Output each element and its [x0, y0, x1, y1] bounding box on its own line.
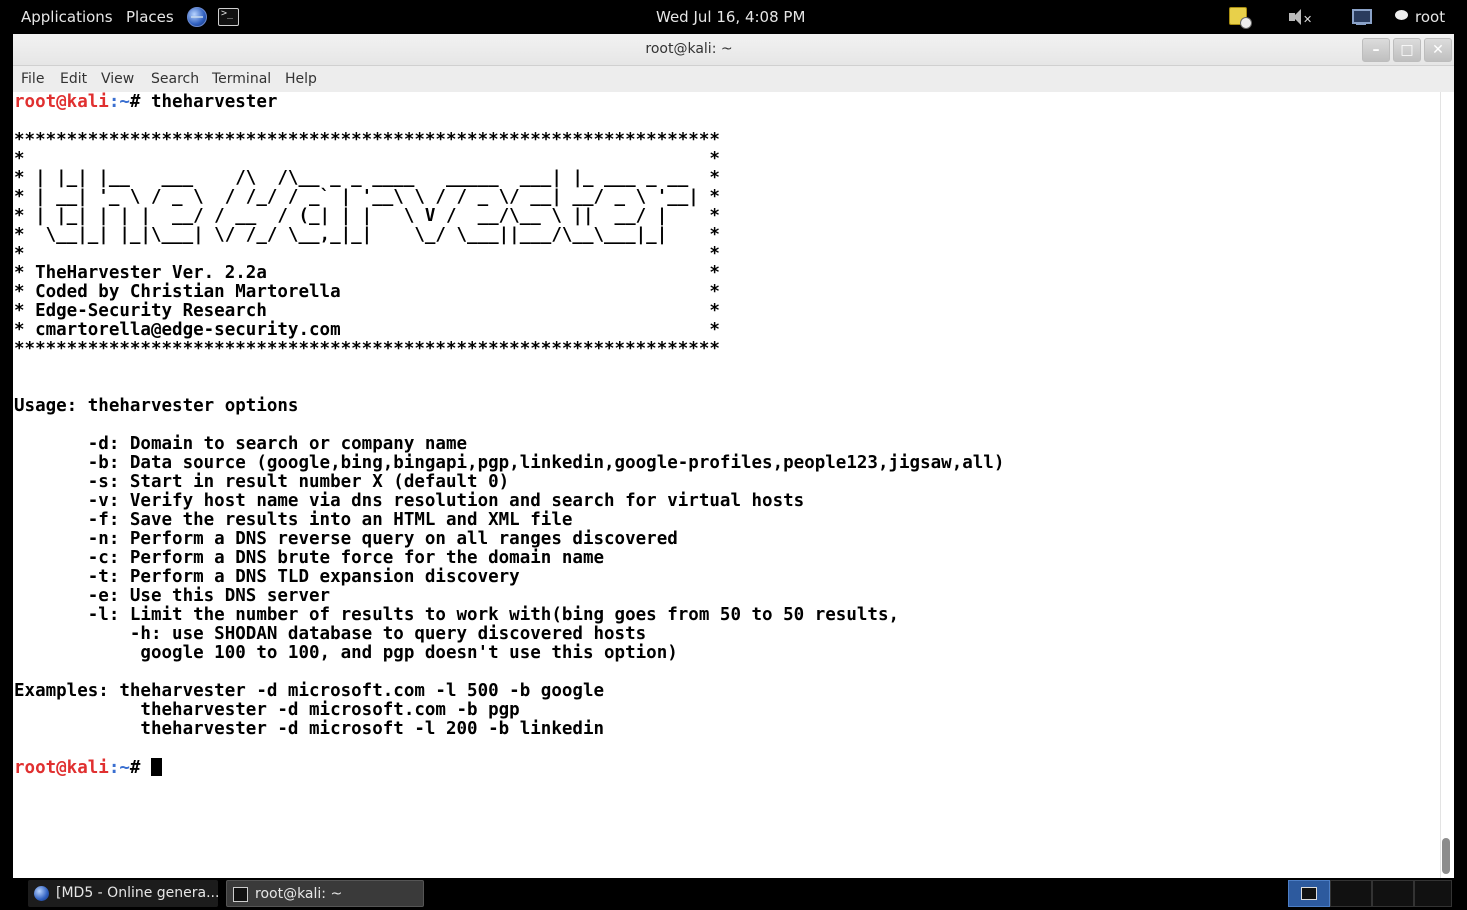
maximize-button[interactable]: □ [1393, 38, 1421, 62]
banner-line: * TheHarvester Ver. 2.2a * [14, 263, 720, 283]
workspace-1[interactable] [1288, 880, 1330, 907]
banner-line: ****************************************… [14, 130, 720, 150]
places-menu[interactable]: Places [126, 8, 174, 26]
prompt-user: root@kali [14, 92, 109, 112]
applications-menu[interactable]: Applications [21, 8, 113, 26]
option-line: -d: Domain to search or company name [14, 434, 468, 454]
terminal-launcher-icon[interactable] [218, 8, 239, 26]
command-line: root@kali:~# theharvester [14, 93, 277, 112]
option-line: -f: Save the results into an HTML and XM… [14, 510, 573, 530]
prompt-symbol: # [129, 92, 151, 112]
banner-line: * | |_| |__ ___ /\ /\__ _ _ ____ _____ _… [14, 168, 720, 188]
sticky-notes-icon[interactable] [1229, 7, 1252, 29]
minimize-button[interactable]: – [1362, 38, 1390, 62]
taskbar-browser-window[interactable]: [MD5 - Online genera... [28, 880, 218, 907]
banner-line: * * [14, 149, 720, 169]
menubar: File Edit View Search Terminal Help [13, 66, 1454, 92]
browser-icon [34, 886, 49, 901]
terminal-output[interactable]: root@kali:~# theharvester **************… [13, 92, 1440, 878]
banner-line: * Edge-Security Research * [14, 301, 720, 321]
window-title: root@kali: ~ [645, 41, 733, 57]
option-line: -t: Perform a DNS TLD expansion discover… [14, 567, 520, 587]
option-line: -s: Start in result number X (default 0) [14, 472, 510, 492]
taskbar-terminal-window[interactable]: root@kali: ~ [226, 880, 424, 907]
usage-line: Usage: theharvester options [14, 396, 299, 416]
bottom-taskbar: [MD5 - Online genera... root@kali: ~ [0, 878, 1467, 910]
menu-file[interactable]: File [21, 71, 44, 87]
banner-line: * Coded by Christian Martorella * [14, 282, 720, 302]
example-line: theharvester -d microsoft.com -b pgp [14, 700, 520, 720]
option-line: -b: Data source (google,bing,bingapi,pgp… [14, 453, 1005, 473]
option-line: -v: Verify host name via dns resolution … [14, 491, 805, 511]
menu-terminal[interactable]: Terminal [212, 71, 271, 87]
menu-edit[interactable]: Edit [60, 71, 87, 87]
terminal-icon [233, 887, 248, 902]
window-titlebar[interactable]: root@kali: ~ – □ ✕ [13, 34, 1454, 66]
text-cursor [150, 758, 162, 776]
workspace-3[interactable] [1372, 880, 1414, 907]
example-line: theharvester -d microsoft -l 200 -b link… [14, 719, 605, 739]
banner-line: * cmartorella@edge-security.com * [14, 320, 720, 340]
workspace-2[interactable] [1330, 880, 1372, 907]
menu-search[interactable]: Search [151, 71, 199, 87]
option-line: -c: Perform a DNS brute force for the do… [14, 548, 605, 568]
banner-line: * * [14, 244, 720, 264]
terminal-mini-icon [1301, 887, 1317, 900]
banner-line: * | __| '_ \ / _ \ / /_/ / _` | '__\ \ /… [14, 187, 720, 207]
chat-status-icon[interactable] [1395, 10, 1408, 20]
prompt-path: :~ [108, 92, 130, 112]
prompt-path: :~ [108, 758, 130, 778]
prompt-symbol: # [129, 758, 151, 778]
command-text: theharvester [150, 92, 278, 112]
option-line: -e: Use this DNS server [14, 586, 331, 606]
workspace-4[interactable] [1414, 880, 1452, 907]
task-label: root@kali: ~ [255, 886, 343, 902]
menu-help[interactable]: Help [285, 71, 317, 87]
menu-view[interactable]: View [101, 71, 134, 87]
banner-line: * | |_| | | | __/ / __ / (_| | | \ V / _… [14, 206, 720, 226]
task-label: [MD5 - Online genera... [56, 885, 218, 901]
prompt-user: root@kali [14, 758, 109, 778]
option-line: -h: use SHODAN database to query discove… [14, 624, 647, 644]
web-browser-icon[interactable] [187, 7, 207, 27]
clock[interactable]: Wed Jul 16, 4:08 PM [656, 8, 805, 26]
option-line: google 100 to 100, and pgp doesn't use t… [14, 643, 678, 663]
example-line: Examples: theharvester -d microsoft.com … [14, 681, 605, 701]
mute-mark: ✕ [1303, 13, 1313, 26]
banner-line: * \__|_| |_|\___| \/ /_/ \__,_|_| \_/ \_… [14, 225, 720, 245]
network-icon[interactable] [1350, 7, 1372, 27]
top-panel: Applications Places Wed Jul 16, 4:08 PM … [0, 0, 1467, 34]
active-prompt-line[interactable]: root@kali:~# [14, 758, 162, 778]
scrollbar-thumb[interactable] [1442, 838, 1450, 874]
option-line: -n: Perform a DNS reverse query on all r… [14, 529, 678, 549]
user-menu[interactable]: root [1415, 8, 1445, 26]
option-line: -l: Limit the number of results to work … [14, 605, 900, 625]
close-button[interactable]: ✕ [1424, 38, 1452, 62]
terminal-scrollbar[interactable] [1440, 92, 1454, 878]
banner-line: ****************************************… [14, 339, 720, 359]
